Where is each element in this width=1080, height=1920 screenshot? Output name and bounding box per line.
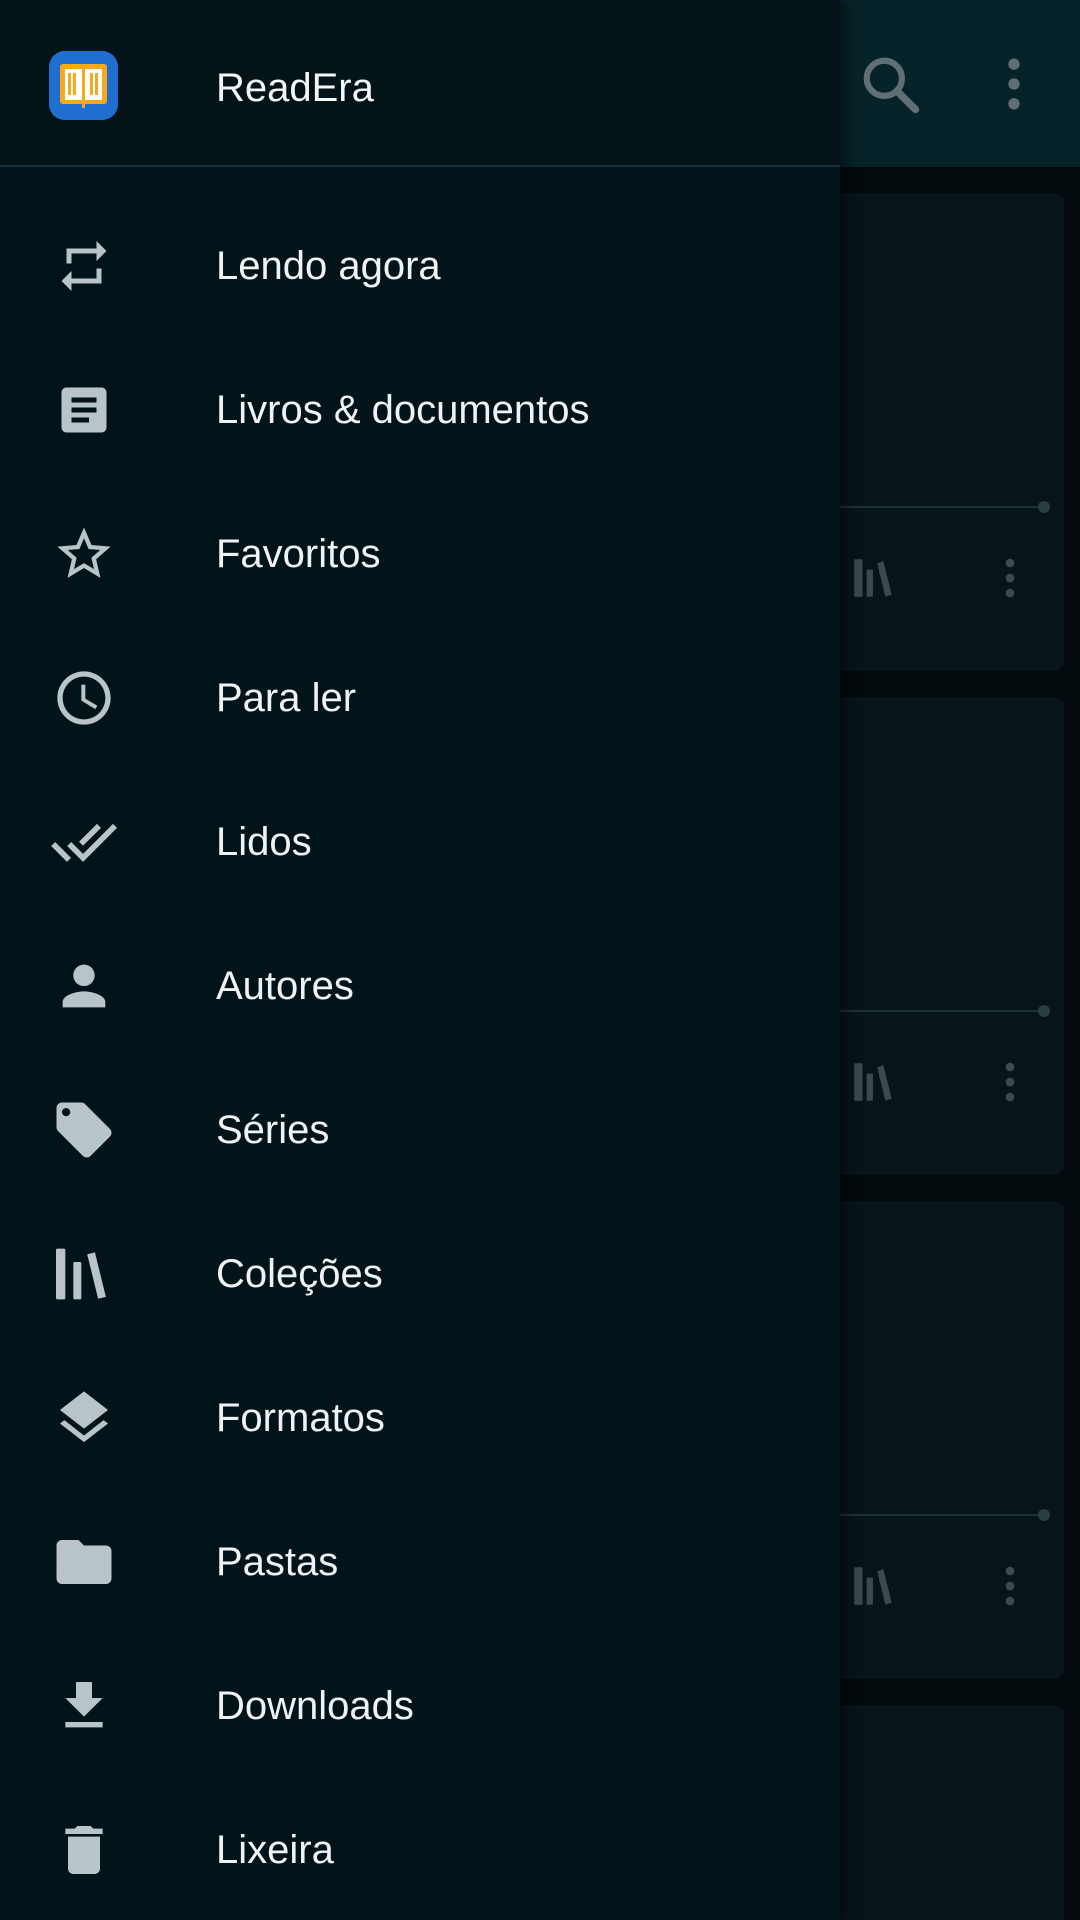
- drawer-item-label: Livros & documentos: [216, 388, 590, 432]
- book-card[interactable]: [820, 697, 1064, 1175]
- drawer-item-label: Lendo agora: [216, 244, 441, 288]
- person-icon: [50, 956, 118, 1016]
- drawer-item-lendo-agora[interactable]: Lendo agora: [0, 194, 840, 338]
- drawer-item-label: Lixeira: [216, 1828, 334, 1872]
- progress-handle: [1038, 1005, 1050, 1017]
- drawer-item-downloads[interactable]: Downloads: [0, 1634, 840, 1778]
- document-icon: [50, 380, 118, 440]
- trash-icon: [50, 1820, 118, 1880]
- drawer-item-pastas[interactable]: Pastas: [0, 1490, 840, 1634]
- book-card[interactable]: [820, 1201, 1064, 1679]
- drawer-item-formatos[interactable]: Formatos: [0, 1346, 840, 1490]
- drawer-item-lixeira[interactable]: Lixeira: [0, 1778, 840, 1920]
- shelf-icon[interactable]: [850, 553, 900, 608]
- clock-icon: [50, 668, 118, 728]
- drawer-item-label: Séries: [216, 1108, 330, 1152]
- progress-bar: [820, 506, 1044, 508]
- drawer-item-label: Pastas: [216, 1540, 339, 1584]
- book-card[interactable]: [820, 193, 1064, 671]
- more-vert-icon[interactable]: [980, 50, 1048, 118]
- drawer-item-colecoes[interactable]: Coleções: [0, 1202, 840, 1346]
- drawer-item-livros-documentos[interactable]: Livros & documentos: [0, 338, 840, 482]
- search-icon[interactable]: [856, 50, 924, 118]
- repeat-icon: [50, 236, 118, 296]
- tag-icon: [50, 1100, 118, 1160]
- drawer-item-lidos[interactable]: Lidos: [0, 770, 840, 914]
- drawer-item-label: Autores: [216, 964, 354, 1008]
- drawer-item-favoritos[interactable]: Favoritos: [0, 482, 840, 626]
- shelf-icon[interactable]: [850, 1561, 900, 1616]
- more-vert-icon[interactable]: [990, 1561, 1030, 1616]
- drawer-item-label: Coleções: [216, 1252, 383, 1296]
- app-logo: [49, 51, 118, 120]
- more-vert-icon[interactable]: [990, 1057, 1030, 1112]
- download-icon: [50, 1676, 118, 1736]
- app-screen: ReadEra Lendo agora Livros & documentos: [0, 0, 1080, 1920]
- double-check-icon: [50, 812, 118, 872]
- drawer-item-autores[interactable]: Autores: [0, 914, 840, 1058]
- book-card[interactable]: [820, 1705, 1064, 1920]
- drawer-item-label: Downloads: [216, 1684, 414, 1728]
- navigation-drawer: ReadEra Lendo agora Livros & documentos: [0, 0, 840, 1920]
- layers-icon: [50, 1388, 118, 1448]
- shelf-icon: [50, 1244, 118, 1304]
- drawer-item-label: Lidos: [216, 820, 312, 864]
- progress-bar: [820, 1010, 1044, 1012]
- drawer-item-label: Formatos: [216, 1396, 385, 1440]
- drawer-header: ReadEra: [0, 0, 840, 167]
- drawer-item-label: Para ler: [216, 676, 357, 720]
- progress-handle: [1038, 1509, 1050, 1521]
- drawer-item-para-ler[interactable]: Para ler: [0, 626, 840, 770]
- drawer-item-series[interactable]: Séries: [0, 1058, 840, 1202]
- drawer-menu: Lendo agora Livros & documentos Favorito…: [0, 194, 840, 1920]
- shelf-icon[interactable]: [850, 1057, 900, 1112]
- folder-icon: [50, 1532, 118, 1592]
- progress-bar: [820, 1514, 1044, 1516]
- drawer-item-label: Favoritos: [216, 532, 381, 576]
- star-icon: [50, 524, 118, 584]
- more-vert-icon[interactable]: [990, 553, 1030, 608]
- app-title: ReadEra: [216, 66, 374, 110]
- progress-handle: [1038, 501, 1050, 513]
